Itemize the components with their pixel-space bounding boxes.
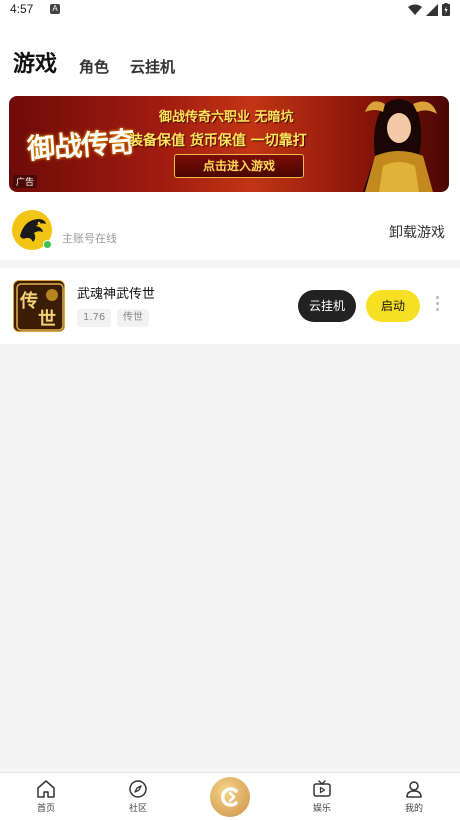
app-logo-icon — [210, 777, 250, 817]
account-status-text: 主账号在线 — [62, 232, 117, 245]
notification-icon: A — [50, 4, 60, 14]
nav-label-entertainment: 娱乐 — [312, 804, 331, 814]
status-indicators — [408, 3, 450, 16]
top-tabs: 游戏 角色 云挂机 — [0, 20, 460, 90]
ad-subheadline: 装备保值 货币保值 一切靠打 — [129, 133, 307, 149]
uninstall-game-button[interactable]: 卸载游戏 — [389, 222, 445, 242]
person-icon — [406, 781, 422, 798]
launch-button[interactable]: 启动 — [366, 290, 420, 322]
more-options-icon[interactable] — [433, 296, 441, 316]
status-bar: 4:57 A — [0, 0, 460, 20]
app-logo-glyph — [220, 787, 238, 807]
compass-icon — [129, 780, 147, 798]
cloud-hosting-button[interactable]: 云挂机 — [298, 290, 356, 322]
game-icon[interactable]: 传 世 — [13, 280, 65, 332]
game-icon-text: 传 — [19, 290, 38, 312]
nav-item-home[interactable]: 首页 — [0, 773, 92, 820]
nav-label-home: 首页 — [36, 804, 55, 814]
wifi-icon — [408, 4, 422, 15]
game-list-item[interactable]: 传 世 武魂神武传世 1.76 传世 云挂机 启动 — [0, 268, 460, 344]
section-divider — [0, 260, 460, 268]
game-icon-art: 传 世 — [14, 281, 64, 331]
nav-item-center[interactable] — [184, 773, 276, 820]
nav-item-community[interactable]: 社区 — [92, 773, 184, 820]
game-icon-text-2: 世 — [38, 309, 56, 330]
bottom-navigation: 首页 社区 娱乐 我的 — [0, 772, 460, 820]
online-status-dot — [43, 240, 52, 249]
nav-item-entertainment[interactable]: 娱乐 — [276, 773, 368, 820]
game-genre-tag: 传世 — [117, 309, 149, 327]
nav-item-profile[interactable]: 我的 — [368, 773, 460, 820]
account-row: 主账号在线 卸载游戏 — [0, 200, 460, 260]
ad-game-logo: 御战传奇 — [26, 125, 137, 166]
ad-headline: 御战传奇六职业 无暗坑 — [159, 110, 294, 125]
ad-cta-button[interactable]: 点击进入游戏 — [174, 154, 304, 178]
tv-icon — [313, 780, 331, 797]
tab-games[interactable]: 游戏 — [13, 46, 57, 78]
ad-section: 御战传奇 御战传奇六职业 无暗坑 装备保值 货币保值 一切靠打 点击进入游戏 广… — [0, 90, 460, 200]
status-time: 4:57 — [10, 2, 34, 16]
empty-content-area — [0, 344, 460, 772]
ad-character-image — [363, 99, 437, 192]
nav-label-profile: 我的 — [404, 804, 423, 814]
home-icon — [37, 780, 55, 798]
game-version-tag: 1.76 — [77, 309, 112, 327]
game-title: 武魂神武传世 — [77, 287, 156, 302]
battery-icon — [442, 3, 450, 16]
tab-roles[interactable]: 角色 — [79, 56, 109, 77]
ad-label: 广告 — [13, 175, 38, 188]
tab-cloud-hosting[interactable]: 云挂机 — [130, 56, 175, 77]
ad-banner[interactable]: 御战传奇 御战传奇六职业 无暗坑 装备保值 货币保值 一切靠打 点击进入游戏 广… — [9, 96, 449, 192]
nav-label-community: 社区 — [128, 804, 147, 814]
signal-icon — [426, 3, 438, 16]
